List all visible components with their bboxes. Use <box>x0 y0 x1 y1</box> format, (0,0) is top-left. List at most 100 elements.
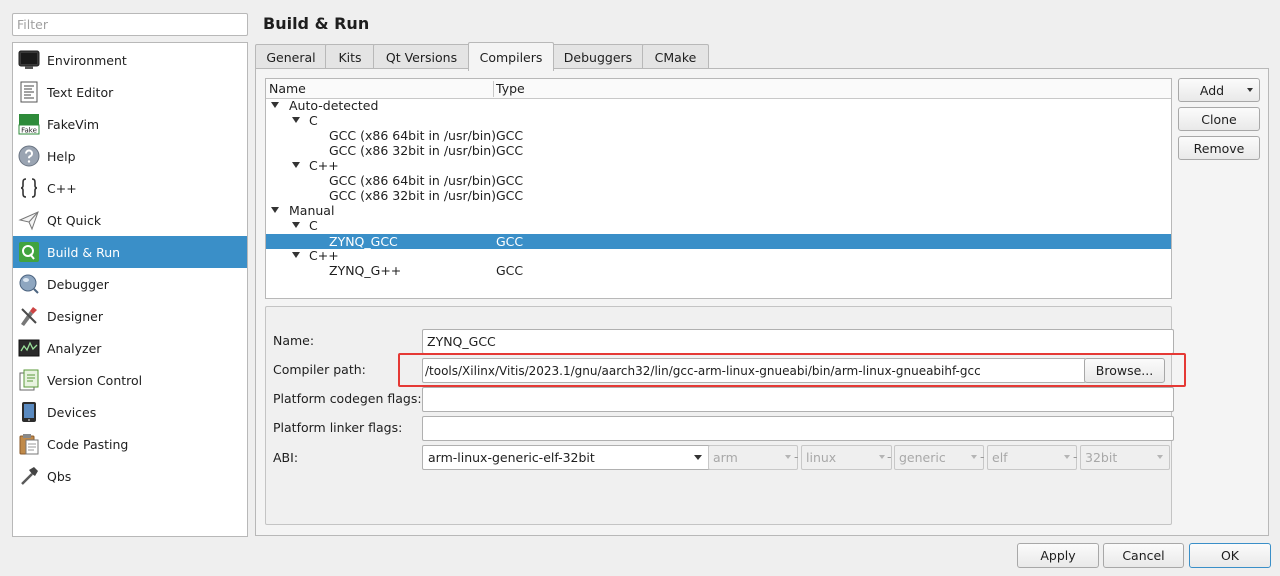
sidebar-item-label: Help <box>47 148 76 164</box>
tree-row-name: C++ <box>309 158 339 173</box>
tree-row[interactable]: C <box>266 113 1171 128</box>
platform-codegen-flags-field[interactable] <box>422 387 1174 412</box>
tree-row[interactable]: C++ <box>266 248 1171 263</box>
compiler-path-value: /tools/Xilinx/Vitis/2023.1/gnu/aarch32/l… <box>425 363 981 378</box>
sidebar-item-build-run[interactable]: Build & Run <box>13 236 247 268</box>
device-icon <box>18 401 40 423</box>
expand-arrow-icon[interactable] <box>292 222 300 228</box>
compiler-tree[interactable]: Name Type Auto-detected C GCC (x86 64bit… <box>265 78 1172 299</box>
abi-select[interactable]: arm-linux-generic-elf-32bit <box>422 445 712 470</box>
sidebar-item-analyzer[interactable]: Analyzer <box>13 332 247 364</box>
tab-kits[interactable]: Kits <box>325 44 375 70</box>
platform-linker-flags-label: Platform linker flags: <box>273 420 403 435</box>
abi-arch-select[interactable]: arm <box>708 445 798 470</box>
chevron-down-icon <box>1157 455 1163 459</box>
sidebar-item-label: Environment <box>47 52 127 68</box>
fakevim-icon: Fake <box>18 113 40 135</box>
tree-row[interactable]: Manual <box>266 203 1171 218</box>
expand-arrow-icon[interactable] <box>292 162 300 168</box>
build-run-icon <box>18 241 40 263</box>
tree-row[interactable]: C <box>266 218 1171 233</box>
tree-row-type: GCC <box>496 263 524 278</box>
sidebar-item-text-editor[interactable]: Text Editor <box>13 76 247 108</box>
tree-row[interactable]: Auto-detected <box>266 98 1171 113</box>
sidebar-item-label: Text Editor <box>47 84 114 100</box>
designer-icon <box>18 305 40 327</box>
analyzer-icon <box>18 337 40 359</box>
tree-row[interactable]: GCC (x86 32bit in /usr/bin) GCC <box>266 188 1171 203</box>
sidebar-item-debugger[interactable]: Debugger <box>13 268 247 300</box>
name-field[interactable]: ZYNQ_GCC <box>422 329 1174 354</box>
abi-width-select[interactable]: 32bit <box>1080 445 1170 470</box>
expand-arrow-icon[interactable] <box>292 117 300 123</box>
compiler-path-label: Compiler path: <box>273 362 366 377</box>
sidebar-item-label: Qt Quick <box>47 212 102 228</box>
tab-qt-versions[interactable]: Qt Versions <box>373 44 470 70</box>
expand-arrow-icon[interactable] <box>271 207 279 213</box>
sidebar-item-devices[interactable]: Devices <box>13 396 247 428</box>
platform-linker-flags-field[interactable] <box>422 416 1174 441</box>
chevron-down-icon <box>879 455 885 459</box>
tree-row[interactable]: C++ <box>266 158 1171 173</box>
name-label: Name: <box>273 333 315 348</box>
tree-row-name: C++ <box>309 248 339 263</box>
sidebar-item-code-pasting[interactable]: Code Pasting <box>13 428 247 460</box>
sidebar-item-qbs[interactable]: Qbs <box>13 460 247 492</box>
tab-label: CMake <box>654 50 697 65</box>
tree-row[interactable]: GCC (x86 64bit in /usr/bin) GCC <box>266 128 1171 143</box>
ok-button[interactable]: OK <box>1189 543 1271 568</box>
filter-input[interactable] <box>12 13 248 36</box>
column-header-type[interactable]: Type <box>496 81 525 96</box>
tab-debuggers[interactable]: Debuggers <box>552 44 644 70</box>
compiler-path-field[interactable]: /tools/Xilinx/Vitis/2023.1/gnu/aarch32/l… <box>422 358 1086 383</box>
tree-row-selected[interactable]: ZYNQ_GCC GCC <box>266 234 1171 249</box>
sidebar-item-help[interactable]: Help <box>13 140 247 172</box>
abi-flavor-select[interactable]: generic <box>894 445 984 470</box>
expand-arrow-icon[interactable] <box>292 252 300 258</box>
sidebar-item-environment[interactable]: Environment <box>13 44 247 76</box>
abi-separator: - <box>980 449 985 464</box>
tree-row-type: GCC <box>496 173 524 188</box>
paper-plane-icon <box>18 209 40 231</box>
sidebar-item-fakevim[interactable]: Fake FakeVim <box>13 108 247 140</box>
remove-button[interactable]: Remove <box>1178 136 1260 160</box>
abi-format-select[interactable]: elf <box>987 445 1077 470</box>
abi-arch-value: arm <box>713 450 738 465</box>
add-button[interactable]: Add <box>1178 78 1260 102</box>
dropdown-arrow-icon <box>1247 88 1253 92</box>
sidebar-item-version-control[interactable]: Version Control <box>13 364 247 396</box>
tree-row-type: GCC <box>496 188 524 203</box>
tab-cmake[interactable]: CMake <box>642 44 709 70</box>
chevron-down-icon <box>785 455 791 459</box>
button-label: Add <box>1199 82 1225 98</box>
browse-button[interactable]: Browse... <box>1084 358 1165 383</box>
abi-os-select[interactable]: linux <box>801 445 892 470</box>
cancel-button[interactable]: Cancel <box>1103 543 1184 568</box>
sidebar-item-qt-quick[interactable]: Qt Quick <box>13 204 247 236</box>
tree-row[interactable]: ZYNQ_G++ GCC <box>266 263 1171 278</box>
monitor-icon <box>18 49 40 71</box>
column-header-name[interactable]: Name <box>269 81 306 96</box>
apply-button[interactable]: Apply <box>1017 543 1099 568</box>
settings-category-list[interactable]: Environment Text Editor Fake FakeVim Hel… <box>12 42 248 537</box>
sidebar-item-cpp[interactable]: C++ <box>13 172 247 204</box>
tree-row-name: ZYNQ_G++ <box>329 263 402 278</box>
abi-os-value: linux <box>806 450 837 465</box>
sidebar-item-label: Build & Run <box>47 244 121 260</box>
tree-row[interactable]: GCC (x86 64bit in /usr/bin) GCC <box>266 173 1171 188</box>
expand-arrow-icon[interactable] <box>271 102 279 108</box>
tab-label: Kits <box>338 50 362 65</box>
tree-row[interactable]: GCC (x86 32bit in /usr/bin) GCC <box>266 143 1171 158</box>
sidebar-item-label: FakeVim <box>47 116 100 132</box>
column-divider[interactable] <box>493 81 494 97</box>
tab-general[interactable]: General <box>255 44 327 70</box>
clone-button[interactable]: Clone <box>1178 107 1260 131</box>
tab-label: Qt Versions <box>385 50 458 65</box>
button-label: Clone <box>1201 111 1237 127</box>
tab-compilers[interactable]: Compilers <box>468 42 554 71</box>
sidebar-item-designer[interactable]: Designer <box>13 300 247 332</box>
help-icon <box>18 145 40 167</box>
braces-icon <box>18 177 40 199</box>
abi-separator: - <box>887 449 892 464</box>
button-label: OK <box>1220 548 1240 563</box>
